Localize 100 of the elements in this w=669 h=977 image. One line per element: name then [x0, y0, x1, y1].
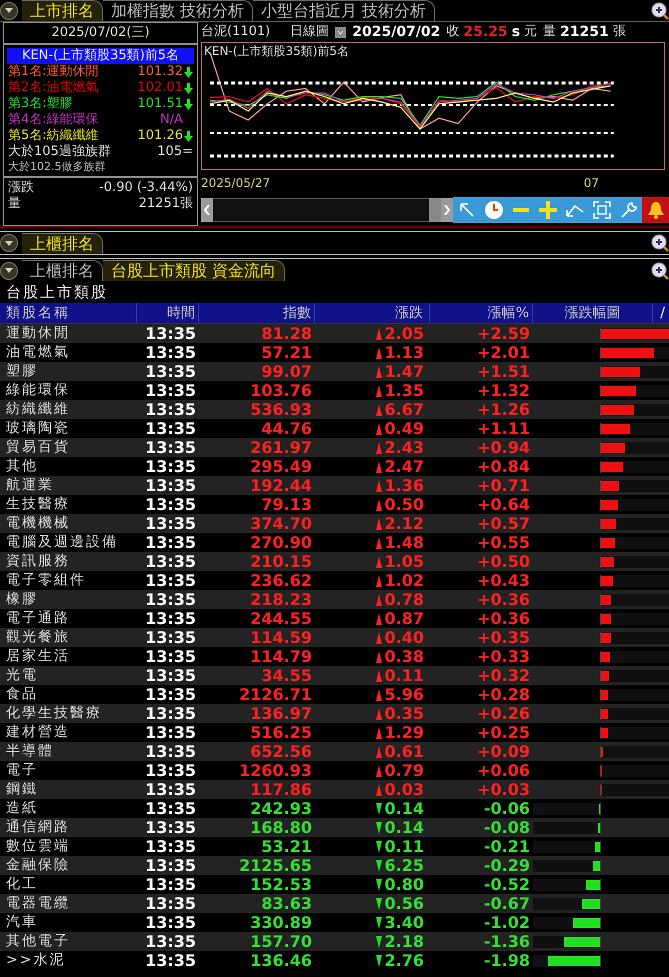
- table-title: 台股上市類股: [5, 282, 109, 303]
- time-cell-text: 13:35: [144, 854, 197, 876]
- index-cell-text: 103.76: [249, 380, 313, 402]
- change-cell-text: 0.79: [384, 760, 424, 782]
- time-cell-text: 13:35: [144, 950, 197, 972]
- time-cell-text: 13:35: [144, 550, 197, 572]
- index-cell-text: 330.89: [249, 912, 313, 934]
- tab[interactable]: 加權指數 技術分析: [103, 0, 254, 21]
- dropdown-button[interactable]: [0, 2, 18, 20]
- change-cell-text: 2.18: [384, 930, 424, 952]
- time-cell-text: 13:35: [144, 418, 197, 440]
- index-cell-text: 81.28: [260, 322, 313, 344]
- change-cell-text: 1.36: [384, 474, 424, 496]
- time-cell-text: 13:35: [144, 646, 197, 668]
- time-cell-text: 13:35: [144, 322, 197, 344]
- up-tick-icon: [376, 346, 382, 358]
- alert-button[interactable]: [642, 197, 669, 223]
- rank-value: 101.26: [138, 128, 183, 144]
- column-header[interactable]: 指數: [199, 303, 315, 323]
- rank-value: 101.51: [138, 96, 183, 112]
- settings-button[interactable]: [615, 197, 642, 223]
- down-tick-icon: [376, 840, 382, 852]
- change-cell-text: 0.03: [384, 778, 424, 800]
- percent-cell-text: +1.26: [476, 398, 531, 420]
- change-cell-text: 1.05: [384, 550, 424, 572]
- time-cell-text: 13:35: [144, 608, 197, 630]
- rank-label: 第1名:運動休閒: [8, 64, 100, 80]
- percent-cell-text: -0.06: [482, 798, 531, 820]
- time-cell-text: 13:35: [144, 836, 197, 858]
- sector-name: 化學生技醫療: [5, 704, 103, 723]
- column-header[interactable]: 類股名稱: [0, 303, 137, 323]
- time-cell-text: 13:35: [144, 684, 197, 706]
- index-cell-text: 242.93: [249, 798, 313, 820]
- change-cell-text: 6.25: [384, 854, 424, 876]
- percent-cell-text: +0.28: [476, 684, 531, 706]
- percent-cell-text: +0.71: [476, 474, 531, 496]
- dropdown-icon[interactable]: [335, 26, 346, 38]
- plus-icon: [538, 201, 556, 219]
- percent-cell-text: +1.11: [476, 418, 531, 440]
- volume-value: 21251張: [138, 196, 193, 212]
- rank-label: 第5名:紡織纖維: [8, 128, 100, 144]
- zoom-in-icon[interactable]: [651, 262, 669, 280]
- sector-name: 電子零組件: [5, 571, 87, 590]
- time-cell-text: 13:35: [144, 512, 197, 534]
- column-header[interactable]: 時間: [137, 303, 199, 323]
- column-header[interactable]: 漲跌: [315, 303, 430, 323]
- percent-cell-text: -0.52: [482, 874, 531, 896]
- up-tick-icon: [376, 632, 382, 644]
- index-cell-text: 261.97: [249, 436, 313, 458]
- tab[interactable]: 上櫃排名: [22, 260, 103, 281]
- down-tick-icon: [376, 860, 382, 872]
- sector-name: 化工: [5, 875, 39, 894]
- percent-cell-text: +0.25: [476, 722, 531, 744]
- change-cell-text: 0.14: [384, 816, 424, 838]
- bell-icon: [646, 200, 666, 220]
- sector-name: 綠能環保: [5, 381, 71, 400]
- down-tick-icon: [376, 878, 382, 890]
- sector-name: 電子通路: [5, 609, 71, 628]
- down-tick-icon: [376, 936, 382, 948]
- rank-value: N/A: [160, 112, 183, 128]
- up-tick-icon: [376, 708, 382, 720]
- dropdown-button[interactable]: [0, 234, 18, 252]
- index-cell-text: 192.44: [249, 474, 313, 496]
- index-cell-text: 34.55: [260, 664, 313, 686]
- frame-icon: [592, 201, 610, 219]
- up-tick-icon: [376, 612, 382, 624]
- zoom-in-icon[interactable]: [651, 234, 669, 252]
- sector-name: 航運業: [5, 476, 55, 495]
- rank-value: 102.01: [138, 80, 183, 96]
- suffix-label: s: [512, 22, 520, 42]
- sector-name: 食品: [5, 685, 39, 704]
- down-tick-icon: [376, 954, 382, 966]
- percent-cell-text: -0.08: [482, 816, 531, 838]
- up-tick-icon: [376, 384, 382, 396]
- scroll-right-button[interactable]: [441, 198, 453, 222]
- tab[interactable]: 台股上市類股 資金流向: [103, 260, 286, 281]
- percent-cell-text: +1.51: [476, 360, 531, 382]
- up-tick-icon: [376, 726, 382, 738]
- scroll-thumb[interactable]: [429, 198, 441, 222]
- time-cell-text: 13:35: [144, 798, 197, 820]
- sector-name: 紡織纖維: [5, 400, 71, 419]
- volume-label: 量: [543, 23, 556, 42]
- index-cell-text: 270.90: [249, 532, 313, 554]
- wrench-icon: [620, 201, 638, 219]
- pointer-button[interactable]: [453, 197, 480, 223]
- change-cell-text: 2.12: [384, 512, 424, 534]
- sector-name: 塑膠: [5, 362, 39, 381]
- sector-name: 生技醫療: [5, 495, 71, 514]
- zoom-in-icon[interactable]: [651, 2, 669, 20]
- rank-label: 第3名:塑膠: [8, 96, 74, 112]
- tab[interactable]: 上市排名: [22, 0, 103, 21]
- column-header[interactable]: 漲跌幅圖: [533, 303, 653, 323]
- sector-name: 資訊服務: [5, 552, 71, 571]
- dropdown-button[interactable]: [0, 262, 18, 280]
- percent-cell-text: +0.09: [476, 740, 531, 762]
- tab[interactable]: 上櫃排名: [22, 232, 103, 254]
- sector-name: 玻璃陶瓷: [5, 419, 71, 438]
- scroll-left-button[interactable]: [201, 198, 213, 222]
- column-header[interactable]: 漲幅%: [430, 303, 533, 323]
- tab[interactable]: 小型台指近月 技術分析: [253, 0, 436, 21]
